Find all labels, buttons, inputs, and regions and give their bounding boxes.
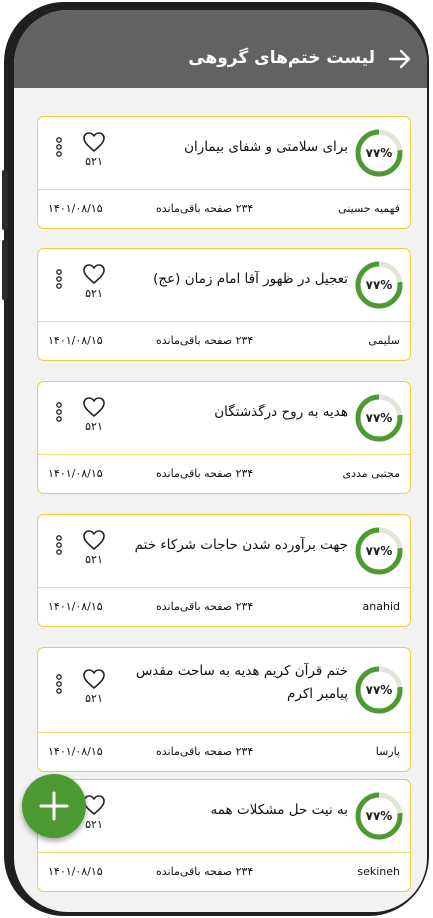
card-footer: مجتبی مددی ۲۳۴ صفحه باقی‌مانده ۱۴۰۱/۰۸/۱… <box>48 466 400 482</box>
more-options-icon[interactable] <box>55 674 63 694</box>
progress-ring: ۷۷% <box>354 665 404 715</box>
card-divider <box>38 732 410 733</box>
app-header: لیست ختم‌های گروهی <box>14 10 427 88</box>
khatm-card[interactable]: ۷۷% تعجیل در ظهور آقا امام زمان (عج) ۵۲۱… <box>37 248 411 361</box>
card-date: ۱۴۰۱/۰۸/۱۵ <box>48 865 103 878</box>
remaining-pages: ۲۳۴ صفحه باقی‌مانده <box>156 467 254 480</box>
like-count: ۵۲۱ <box>85 287 103 300</box>
plus-icon <box>39 791 69 821</box>
progress-ring: ۷۷% <box>354 260 404 310</box>
card-title: جهت برآورده شدن حاجات شرکاء ختم <box>134 536 348 553</box>
khatm-card[interactable]: ۷۷% به نیت حل مشکلات همه ۵۲۱ sekineh ۲۳۴… <box>37 779 411 892</box>
card-date: ۱۴۰۱/۰۸/۱۵ <box>48 745 103 758</box>
progress-ring: ۷۷% <box>354 526 404 576</box>
card-footer: sekineh ۲۳۴ صفحه باقی‌مانده ۱۴۰۱/۰۸/۱۵ <box>48 864 400 880</box>
khatm-card[interactable]: ۷۷% جهت برآورده شدن حاجات شرکاء ختم ۵۲۱ … <box>37 514 411 627</box>
card-divider <box>38 587 410 588</box>
volume-up-button <box>2 170 8 230</box>
card-title: برای سلامتی و شفای بیماران <box>184 138 348 155</box>
heart-icon[interactable] <box>82 263 106 285</box>
card-divider <box>38 852 410 853</box>
like-count: ۵۲۱ <box>85 692 103 705</box>
progress-percent: ۷۷% <box>365 411 393 425</box>
progress-percent: ۷۷% <box>365 683 393 697</box>
owner-name: anahid <box>362 600 400 613</box>
progress-percent: ۷۷% <box>365 278 393 292</box>
arrow-right-icon[interactable] <box>387 46 413 72</box>
card-date: ۱۴۰۱/۰۸/۱۵ <box>48 334 103 347</box>
owner-name: مجتبی مددی <box>342 467 400 480</box>
card-title: ختم قرآن کریم هدیه به ساحت مقدس پیامبر ا… <box>135 663 348 702</box>
like-count: ۵۲۱ <box>85 818 103 831</box>
owner-name: سلیمی <box>368 334 400 347</box>
volume-down-button <box>2 240 8 300</box>
owner-name: فهمیه حسینی <box>338 202 400 215</box>
app-screen: لیست ختم‌های گروهی ۷۷% برای سلامتی و شفا… <box>14 10 427 912</box>
card-date: ۱۴۰۱/۰۸/۱۵ <box>48 202 103 215</box>
progress-ring: ۷۷% <box>354 393 404 443</box>
more-options-icon[interactable] <box>55 535 63 555</box>
card-divider <box>38 454 410 455</box>
heart-icon[interactable] <box>82 131 106 153</box>
remaining-pages: ۲۳۴ صفحه باقی‌مانده <box>156 202 254 215</box>
card-divider <box>38 321 410 322</box>
progress-percent: ۷۷% <box>365 809 393 823</box>
more-options-icon[interactable] <box>55 269 63 289</box>
card-footer: سلیمی ۲۳۴ صفحه باقی‌مانده ۱۴۰۱/۰۸/۱۵ <box>48 333 400 349</box>
card-date: ۱۴۰۱/۰۸/۱۵ <box>48 600 103 613</box>
remaining-pages: ۲۳۴ صفحه باقی‌مانده <box>156 865 254 878</box>
progress-percent: ۷۷% <box>365 544 393 558</box>
card-footer: anahid ۲۳۴ صفحه باقی‌مانده ۱۴۰۱/۰۸/۱۵ <box>48 599 400 615</box>
add-khatm-button[interactable] <box>22 774 86 838</box>
like-count: ۵۲۱ <box>85 553 103 566</box>
progress-percent: ۷۷% <box>365 146 393 160</box>
owner-name: sekineh <box>357 865 400 878</box>
card-footer: پارسا ۲۳۴ صفحه باقی‌مانده ۱۴۰۱/۰۸/۱۵ <box>48 744 400 760</box>
khatm-card[interactable]: ۷۷% هدیه به روح درگذشتگان ۵۲۱ مجتبی مددی… <box>37 381 411 494</box>
page-title: لیست ختم‌های گروهی <box>188 48 375 68</box>
khatm-card[interactable]: ۷۷% ختم قرآن کریم هدیه به ساحت مقدس پیام… <box>37 647 411 772</box>
card-date: ۱۴۰۱/۰۸/۱۵ <box>48 467 103 480</box>
khatm-card[interactable]: ۷۷% برای سلامتی و شفای بیماران ۵۲۱ فهمیه… <box>37 116 411 229</box>
card-title: تعجیل در ظهور آقا امام زمان (عج) <box>153 270 348 287</box>
more-options-icon[interactable] <box>55 137 63 157</box>
like-count: ۵۲۱ <box>85 155 103 168</box>
owner-name: پارسا <box>375 745 400 758</box>
remaining-pages: ۲۳۴ صفحه باقی‌مانده <box>156 600 254 613</box>
heart-icon[interactable] <box>82 396 106 418</box>
progress-ring: ۷۷% <box>354 128 404 178</box>
remaining-pages: ۲۳۴ صفحه باقی‌مانده <box>156 745 254 758</box>
progress-ring: ۷۷% <box>354 791 404 841</box>
heart-icon[interactable] <box>82 529 106 551</box>
more-options-icon[interactable] <box>55 402 63 422</box>
card-title: به نیت حل مشکلات همه <box>210 801 348 818</box>
card-divider <box>38 189 410 190</box>
like-count: ۵۲۱ <box>85 420 103 433</box>
remaining-pages: ۲۳۴ صفحه باقی‌مانده <box>156 334 254 347</box>
card-title: هدیه به روح درگذشتگان <box>214 403 348 420</box>
card-footer: فهمیه حسینی ۲۳۴ صفحه باقی‌مانده ۱۴۰۱/۰۸/… <box>48 201 400 217</box>
heart-icon[interactable] <box>82 668 106 690</box>
